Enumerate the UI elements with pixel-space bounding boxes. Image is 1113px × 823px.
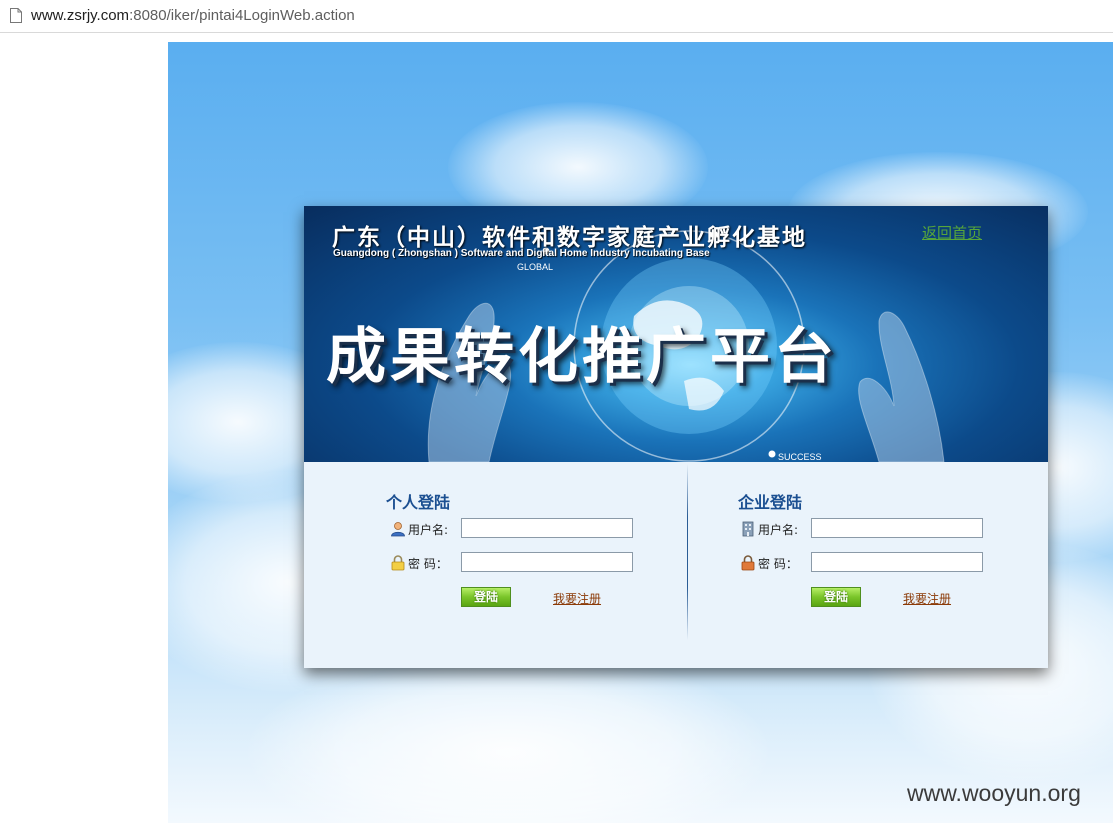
document-icon — [10, 8, 22, 23]
enterprise-password-label: 密 码： — [758, 557, 798, 571]
enterprise-username-label: 用户名: — [758, 523, 799, 537]
personal-username-label: 用户名: — [408, 523, 449, 537]
personal-username-input[interactable] — [461, 518, 633, 538]
address-bar[interactable]: www.zsrjy.com:8080/iker/pintai4LoginWeb.… — [0, 0, 1113, 33]
enterprise-register-link[interactable]: 我要注册 — [903, 590, 951, 607]
enterprise-login-title: 企业登陆 — [738, 493, 803, 512]
personal-register-link[interactable]: 我要注册 — [553, 590, 601, 607]
divider — [687, 464, 688, 640]
login-panel: 广东（中山）软件和数字家庭产业孵化基地 Guangdong ( Zhongsha… — [304, 206, 1048, 668]
enterprise-login-button[interactable]: 登陆 — [811, 587, 861, 607]
personal-password-input[interactable] — [461, 552, 633, 572]
watermark: www.wooyun.org — [907, 780, 1081, 806]
url-path: :8080/iker/pintai4LoginWeb.action — [129, 7, 355, 24]
home-link[interactable]: 返回首页 — [922, 222, 982, 243]
person-icon — [391, 522, 405, 537]
enterprise-password-input[interactable] — [811, 552, 983, 572]
banner: 广东（中山）软件和数字家庭产业孵化基地 Guangdong ( Zhongsha… — [304, 206, 1048, 462]
lock-icon — [391, 555, 405, 571]
banner-subtitle: Guangdong ( Zhongshan ) Software and Dig… — [333, 248, 710, 259]
lock-icon — [741, 555, 755, 571]
building-icon — [742, 521, 754, 537]
global-label: GLOBAL — [517, 262, 554, 272]
url-text[interactable]: www.zsrjy.com:8080/iker/pintai4LoginWeb.… — [31, 7, 355, 24]
enterprise-username-input[interactable] — [811, 518, 983, 538]
url-host: www.zsrjy.com — [31, 7, 130, 24]
personal-password-label: 密 码： — [408, 557, 448, 571]
banner-title: 广东（中山）软件和数字家庭产业孵化基地 — [332, 225, 807, 251]
personal-login-title: 个人登陆 — [386, 493, 451, 512]
personal-login-button[interactable]: 登陆 — [461, 587, 511, 607]
success-label: SUCCESS — [778, 452, 822, 462]
platform-title: 成果转化推广平台 — [326, 322, 838, 392]
